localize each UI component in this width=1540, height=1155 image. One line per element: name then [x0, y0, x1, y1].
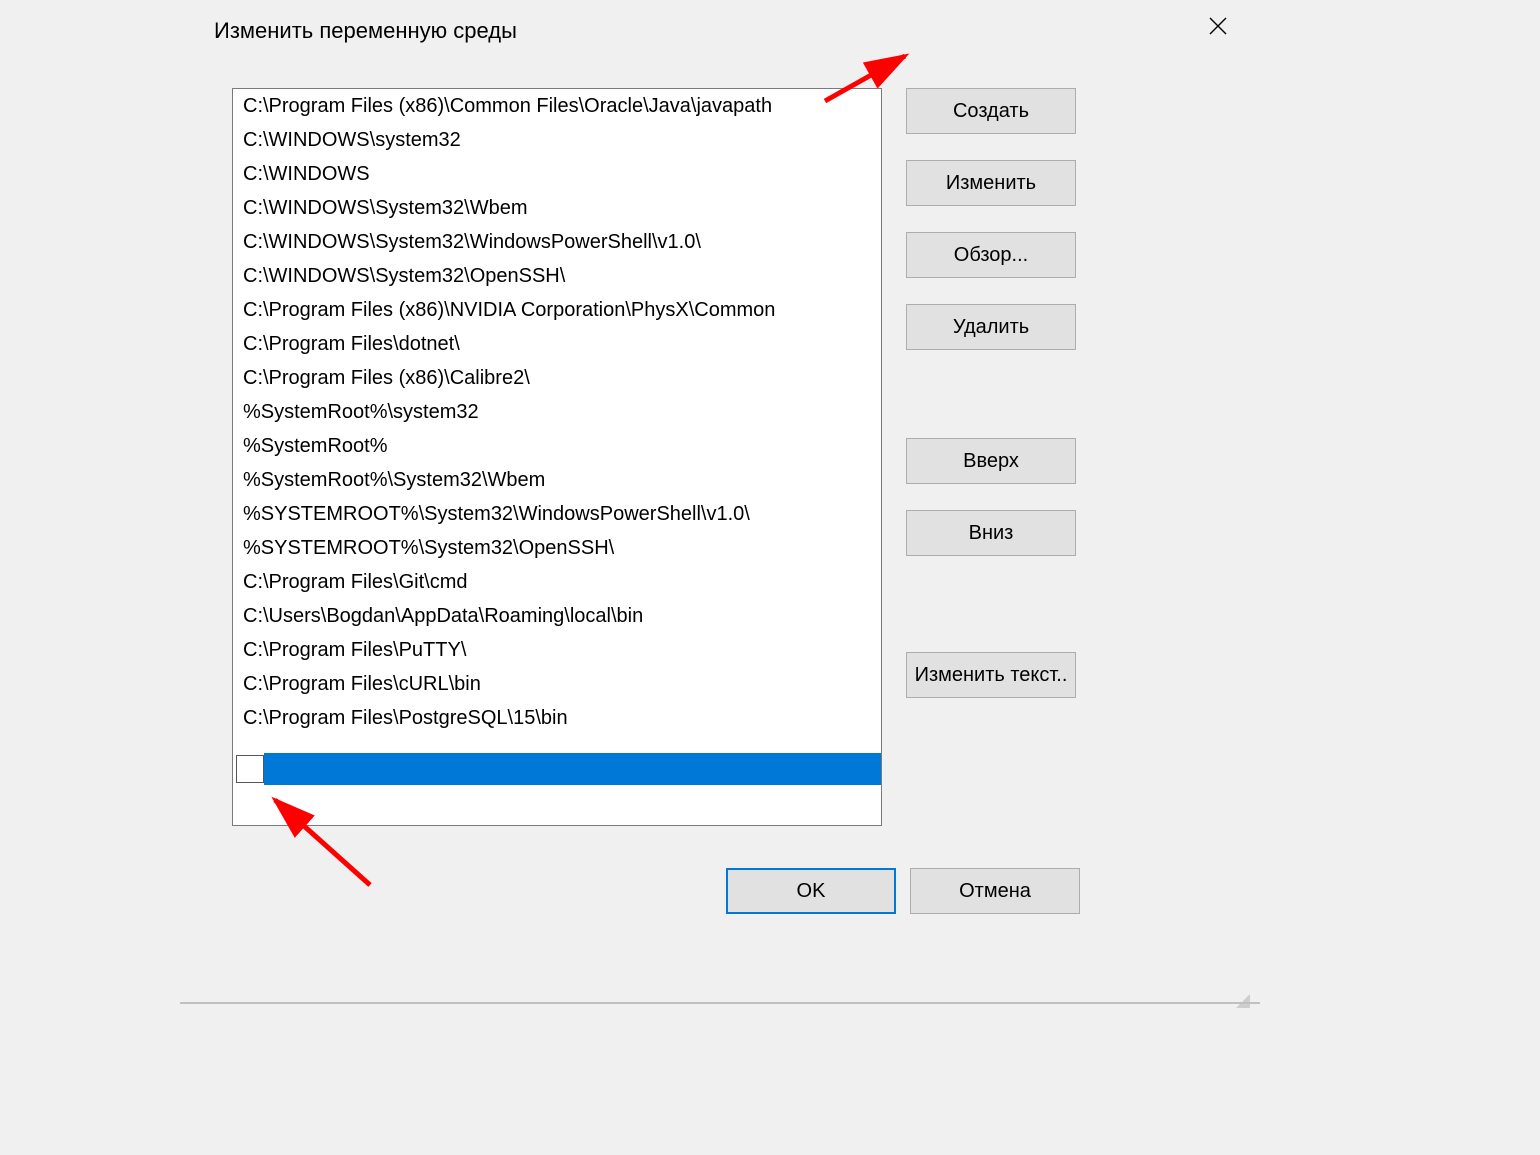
browse-button[interactable]: Обзор...: [906, 232, 1076, 278]
path-entry[interactable]: C:\Program Files\dotnet\: [233, 327, 881, 361]
path-entry[interactable]: C:\WINDOWS\System32\Wbem: [233, 191, 881, 225]
path-entry[interactable]: C:\Program Files\PuTTY\: [233, 633, 881, 667]
path-entry[interactable]: C:\Program Files\cURL\bin: [233, 667, 881, 701]
path-entry[interactable]: C:\WINDOWS: [233, 157, 881, 191]
path-entry[interactable]: C:\Program Files (x86)\NVIDIA Corporatio…: [233, 293, 881, 327]
path-entry[interactable]: %SystemRoot%\system32: [233, 395, 881, 429]
new-button[interactable]: Создать: [906, 88, 1076, 134]
close-button[interactable]: [1196, 10, 1240, 46]
path-entry[interactable]: %SYSTEMROOT%\System32\WindowsPowerShell\…: [233, 497, 881, 531]
path-entry[interactable]: C:\Users\Bogdan\AppData\Roaming\local\bi…: [233, 599, 881, 633]
close-icon: [1209, 14, 1227, 42]
path-entry[interactable]: %SystemRoot%\System32\Wbem: [233, 463, 881, 497]
window-shadow: [180, 1002, 1260, 1004]
move-down-button[interactable]: Вниз: [906, 510, 1076, 556]
resize-grip-icon[interactable]: [1232, 990, 1250, 1008]
new-entry-selection: [264, 753, 882, 785]
ok-button[interactable]: OK: [726, 868, 896, 914]
path-entry[interactable]: %SystemRoot%: [233, 429, 881, 463]
path-entry[interactable]: C:\Program Files\Git\cmd: [233, 565, 881, 599]
side-button-column: Создать Изменить Обзор... Удалить Вверх …: [906, 88, 1076, 698]
path-entry[interactable]: C:\WINDOWS\System32\OpenSSH\: [233, 259, 881, 293]
edit-button[interactable]: Изменить: [906, 160, 1076, 206]
new-entry-input[interactable]: [236, 755, 264, 783]
path-entry[interactable]: C:\WINDOWS\system32: [233, 123, 881, 157]
dialog-window: Изменить переменную среды C:\Program Fil…: [152, 0, 1252, 1010]
edit-text-button[interactable]: Изменить текст..: [906, 652, 1076, 698]
path-listbox[interactable]: C:\Program Files (x86)\Common Files\Orac…: [232, 88, 882, 826]
path-entry[interactable]: C:\WINDOWS\System32\WindowsPowerShell\v1…: [233, 225, 881, 259]
dialog-footer: OK Отмена: [726, 868, 1080, 914]
delete-button[interactable]: Удалить: [906, 304, 1076, 350]
cancel-button[interactable]: Отмена: [910, 868, 1080, 914]
move-up-button[interactable]: Вверх: [906, 438, 1076, 484]
path-entry[interactable]: C:\Program Files (x86)\Common Files\Orac…: [233, 89, 881, 123]
dialog-title: Изменить переменную среды: [214, 18, 517, 44]
path-entry[interactable]: C:\Program Files (x86)\Calibre2\: [233, 361, 881, 395]
path-entry[interactable]: %SYSTEMROOT%\System32\OpenSSH\: [233, 531, 881, 565]
path-entry[interactable]: C:\Program Files\PostgreSQL\15\bin: [233, 701, 881, 735]
new-entry-row[interactable]: [234, 753, 882, 785]
